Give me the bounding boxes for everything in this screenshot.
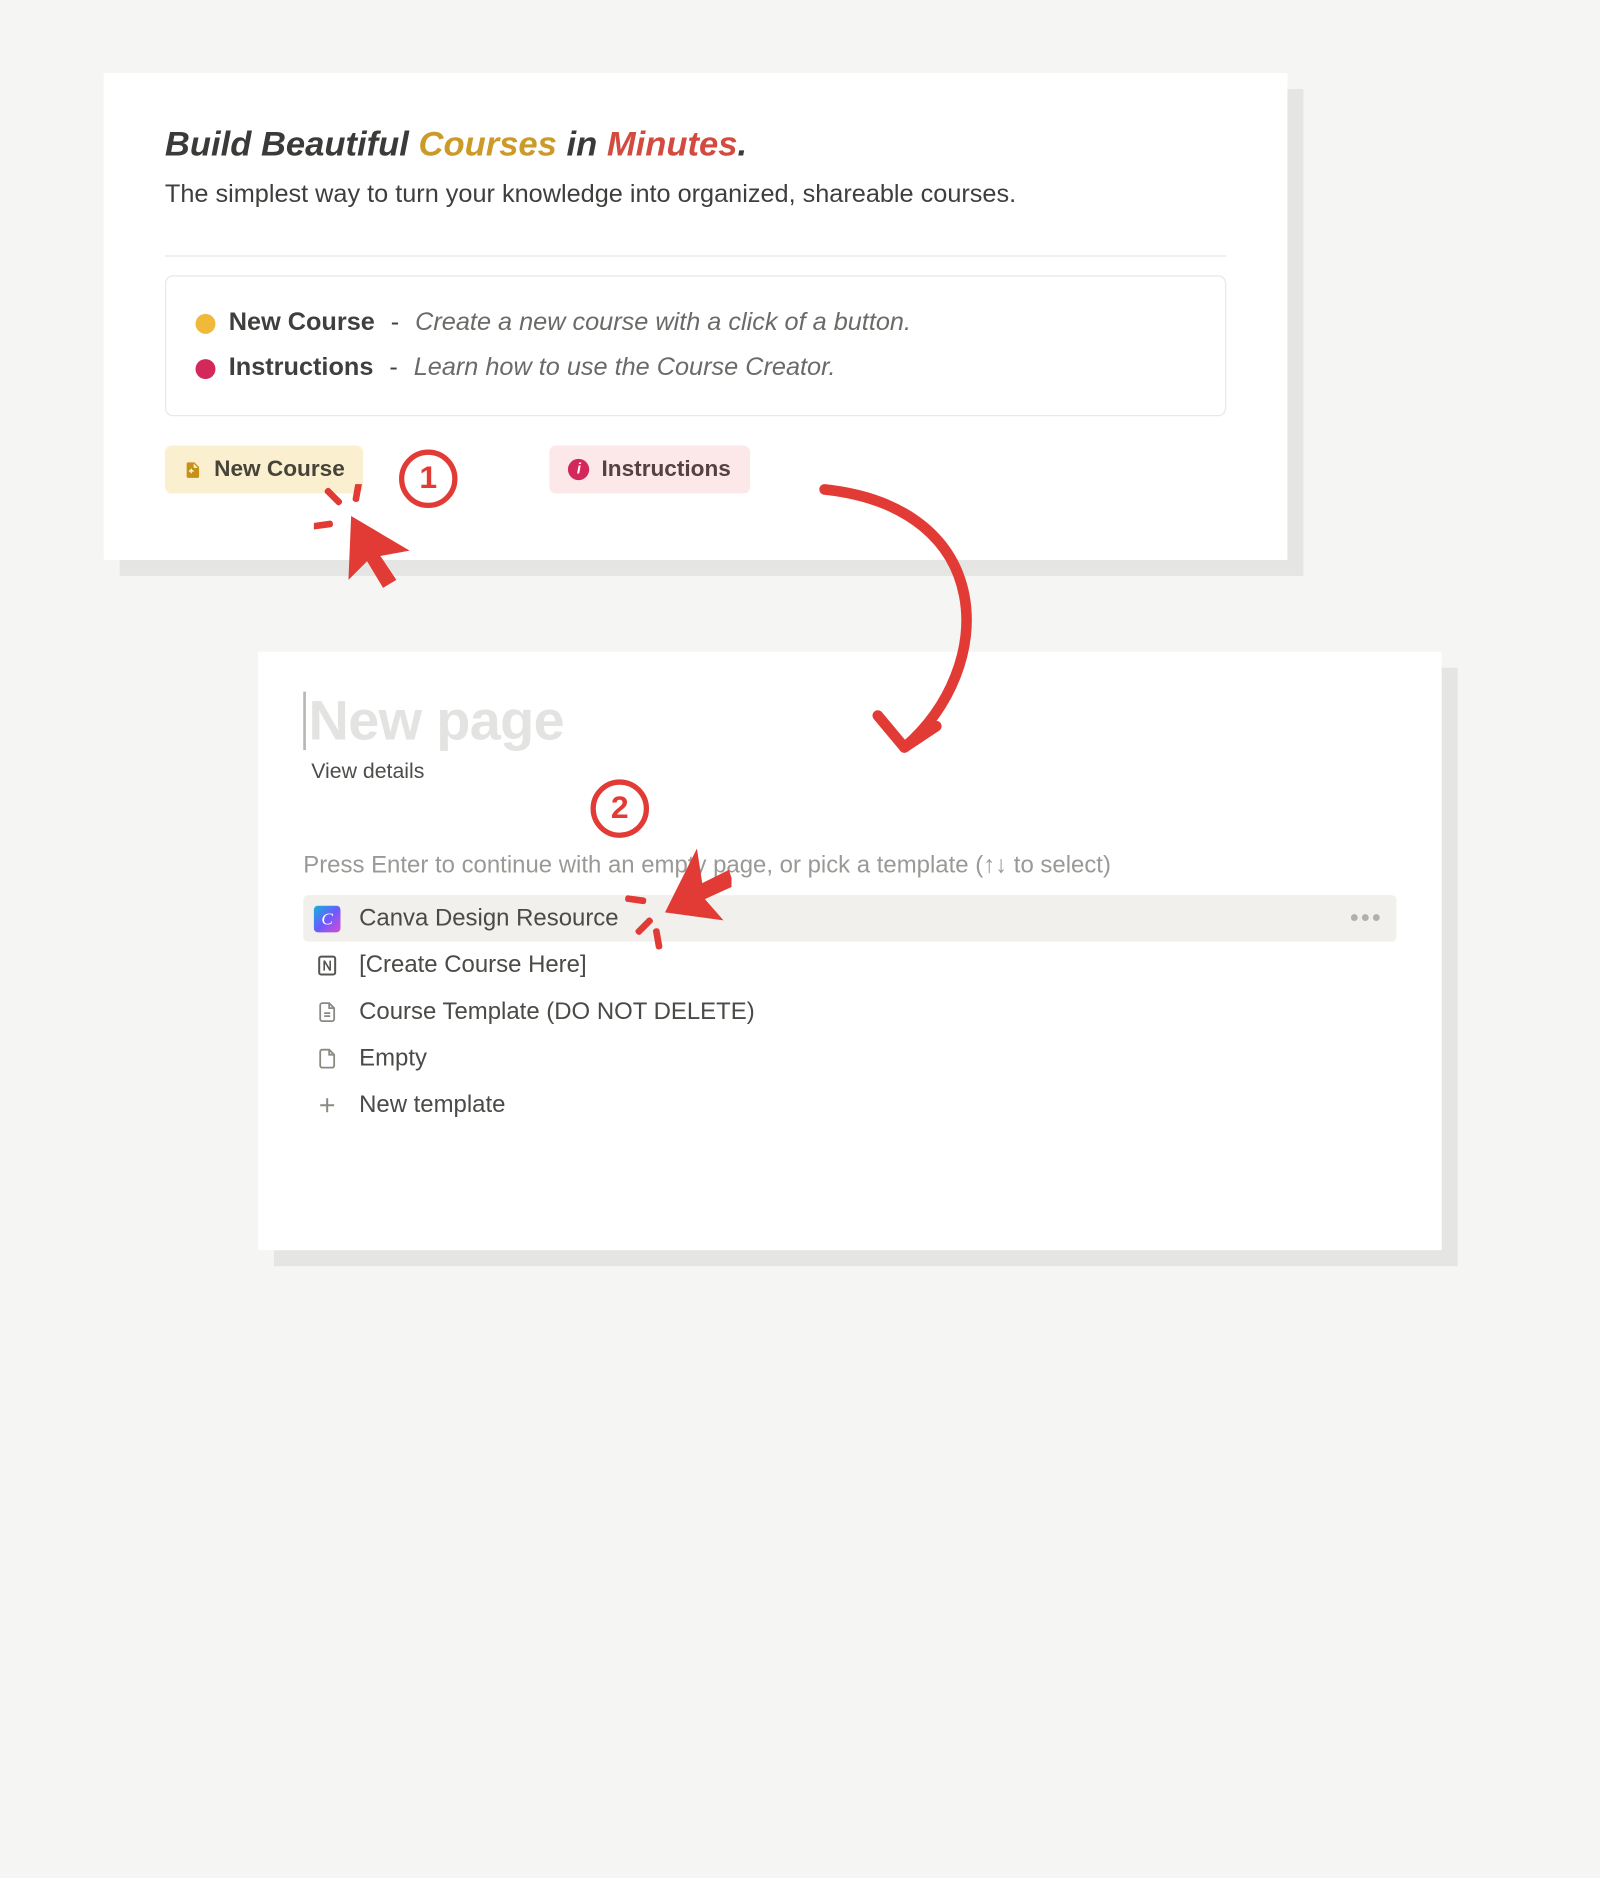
instructions-label: Instructions [601, 457, 730, 484]
headline-courses: Courses [419, 124, 557, 164]
template-label: New template [359, 1091, 505, 1119]
template-item-create-course[interactable]: [Create Course Here] [303, 942, 1396, 989]
new-course-label: New Course [214, 457, 345, 484]
click-cursor-icon [314, 484, 420, 590]
info-box: New Course - Create a new course with a … [165, 275, 1226, 416]
headline-part1: Build Beautiful [165, 124, 419, 164]
info-title: Instructions [229, 346, 374, 391]
template-item-new-template[interactable]: New template [303, 1081, 1396, 1128]
click-cursor-icon [625, 846, 731, 952]
arrow-icon [798, 481, 1024, 800]
headline: Build Beautiful Courses in Minutes. [165, 124, 1226, 165]
template-list: C Canva Design Resource ••• [Create Cour… [303, 895, 1396, 1128]
step-badge-2: 2 [591, 779, 650, 838]
template-item-empty[interactable]: Empty [303, 1035, 1396, 1082]
course-creator-card: Build Beautiful Courses in Minutes. The … [104, 73, 1288, 560]
divider [165, 255, 1226, 256]
empty-page-icon [314, 1045, 341, 1072]
canva-icon: C [314, 905, 341, 932]
document-icon [314, 998, 341, 1025]
headline-part2: in [557, 124, 607, 164]
template-label: Empty [359, 1044, 427, 1072]
notion-icon [314, 952, 341, 979]
step-number: 2 [611, 790, 629, 827]
file-plus-icon [184, 459, 203, 482]
dot-icon-red [196, 359, 216, 379]
template-hint: Press Enter to continue with an empty pa… [303, 851, 1396, 879]
subline: The simplest way to turn your knowledge … [165, 181, 1226, 210]
template-label: [Create Course Here] [359, 951, 587, 979]
dot-icon-yellow [196, 313, 216, 333]
template-label: Course Template (DO NOT DELETE) [359, 998, 755, 1026]
dash: - [391, 301, 399, 346]
plus-icon [314, 1091, 341, 1118]
info-title: New Course [229, 301, 375, 346]
info-row-instructions: Instructions - Learn how to use the Cour… [196, 346, 1196, 391]
headline-minutes: Minutes [607, 124, 738, 164]
headline-period: . [738, 124, 748, 164]
instructions-button[interactable]: i Instructions [550, 446, 750, 494]
template-label: Canva Design Resource [359, 905, 618, 933]
dash: - [389, 346, 397, 391]
info-row-new-course: New Course - Create a new course with a … [196, 301, 1196, 346]
template-item-course-template[interactable]: Course Template (DO NOT DELETE) [303, 988, 1396, 1035]
step-number: 1 [419, 460, 437, 497]
info-desc: Create a new course with a click of a bu… [415, 301, 911, 346]
info-icon: i [568, 459, 589, 480]
template-item-canva[interactable]: C Canva Design Resource ••• [303, 895, 1396, 942]
more-icon[interactable]: ••• [1350, 905, 1383, 933]
info-desc: Learn how to use the Course Creator. [414, 346, 836, 391]
